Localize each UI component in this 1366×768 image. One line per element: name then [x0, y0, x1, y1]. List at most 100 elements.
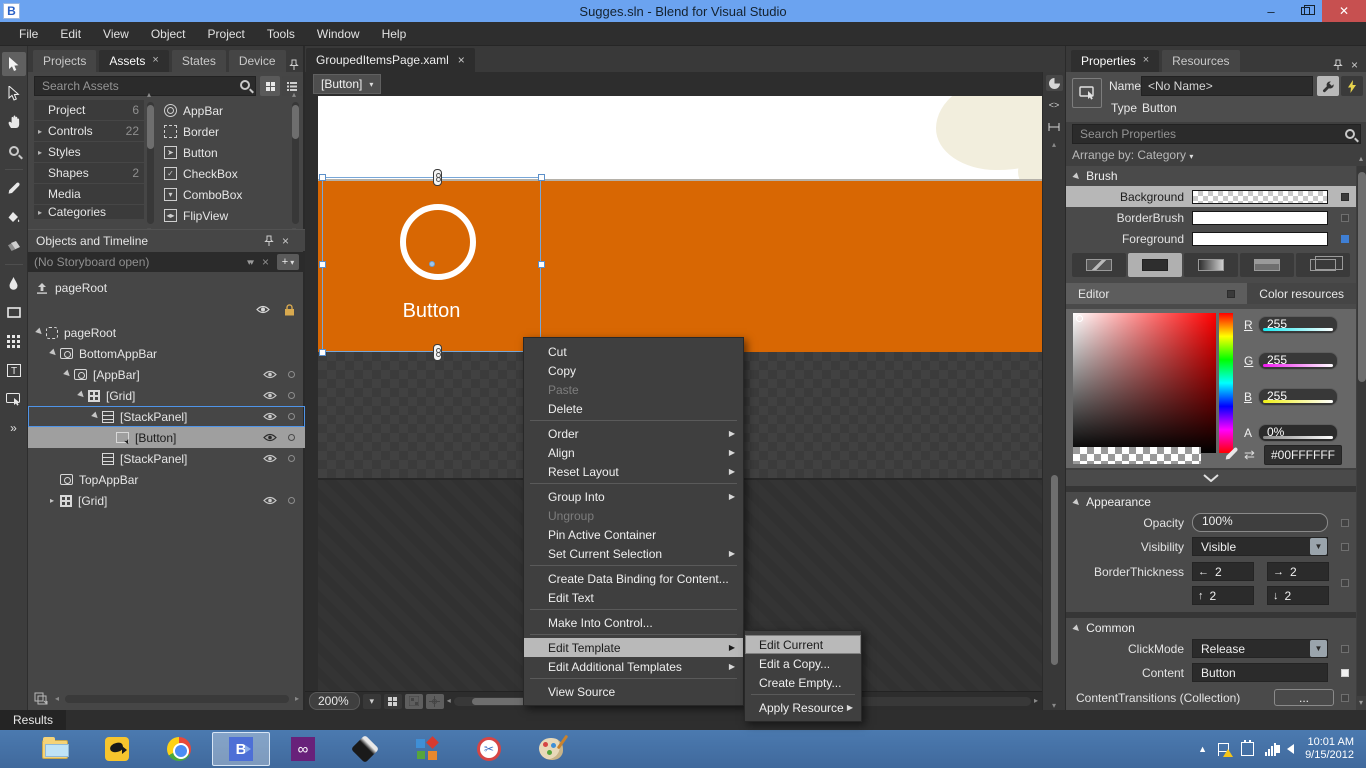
taskbar-visual-studio-icon[interactable]: ∞	[274, 732, 332, 766]
grid-view-button[interactable]	[260, 76, 280, 96]
selection-handle-w[interactable]	[319, 261, 326, 268]
close-icon[interactable]: ×	[458, 53, 465, 72]
color-picker-dot[interactable]	[1076, 315, 1083, 322]
menu-item-cut[interactable]: Cut	[524, 342, 743, 361]
borderbrush-swatch[interactable]	[1192, 210, 1328, 225]
submenu-item-edit-a-copy[interactable]: Edit a Copy...	[745, 654, 861, 673]
snap-grid-button[interactable]	[404, 693, 423, 709]
search-assets-input[interactable]	[34, 76, 256, 96]
menu-item-create-data-binding[interactable]: Create Data Binding for Content...	[524, 569, 743, 588]
hue-strip[interactable]	[1219, 313, 1233, 453]
tree-item-button-highlighted[interactable]: [Button]	[28, 427, 305, 448]
pen-tool-icon[interactable]	[2, 271, 26, 295]
menu-object[interactable]: Object	[140, 23, 197, 45]
pin-dot-icon[interactable]	[288, 413, 295, 420]
scroll-down-icon[interactable]: ▾	[1052, 702, 1056, 710]
properties-view-button[interactable]	[1317, 76, 1339, 96]
category-scrollbar[interactable]: ▴▾	[147, 91, 154, 235]
no-brush-button[interactable]	[1072, 253, 1126, 277]
selection-handle-sw[interactable]	[319, 349, 326, 356]
expander-icon[interactable]: ▸	[38, 148, 48, 157]
anchor-chain-bottom-icon[interactable]	[433, 344, 442, 361]
taskbar-snipping-tool-icon[interactable]: ✂	[460, 732, 518, 766]
menu-item-edit-text[interactable]: Edit Text	[524, 588, 743, 607]
eye-icon[interactable]	[256, 305, 270, 314]
scroll-up-icon[interactable]: ▴	[1359, 154, 1363, 163]
scroll-down-icon[interactable]: ▾	[1359, 698, 1363, 707]
events-view-button[interactable]	[1341, 76, 1363, 96]
menu-file[interactable]: File	[8, 23, 49, 45]
eye-icon[interactable]	[263, 412, 277, 421]
solid-brush-button[interactable]	[1128, 253, 1182, 277]
menu-help[interactable]: Help	[371, 23, 418, 45]
menu-item-edit-template[interactable]: Edit Template ▶	[524, 638, 743, 657]
pin-icon[interactable]	[288, 59, 299, 71]
brush-section-header[interactable]: ▶ Brush	[1066, 166, 1356, 186]
taskbar-inkscape-icon[interactable]	[336, 732, 394, 766]
taskbar-paint-icon[interactable]	[522, 732, 580, 766]
green-field[interactable]: 255	[1258, 352, 1338, 370]
results-tab[interactable]: Results	[0, 710, 67, 730]
asset-scrollbar[interactable]: ▴▾	[292, 91, 299, 235]
saturation-brightness-picker[interactable]	[1073, 313, 1216, 453]
scope-breadcrumb[interactable]: pageRoot	[28, 277, 305, 299]
pin-dot-icon[interactable]	[288, 497, 295, 504]
rectangle-tool-icon[interactable]	[2, 300, 26, 324]
text-tool-icon[interactable]: T	[2, 358, 26, 382]
thickness-left-field[interactable]: ← 2	[1192, 562, 1254, 581]
lock-icon[interactable]	[284, 303, 295, 316]
close-icon[interactable]: ×	[282, 234, 289, 248]
submenu-item-edit-current[interactable]: Edit Current	[745, 635, 861, 654]
asset-combobox[interactable]: ▾ ComboBox	[160, 184, 286, 205]
advanced-options-marker[interactable]	[1341, 192, 1349, 201]
opacity-field[interactable]: 100%	[1192, 513, 1328, 532]
foreground-swatch[interactable]	[1192, 231, 1328, 246]
eye-icon[interactable]	[263, 433, 277, 442]
section-expander-chevron[interactable]	[1066, 470, 1356, 486]
advanced-options-marker[interactable]	[1341, 518, 1349, 527]
selection-handle-e[interactable]	[538, 261, 545, 268]
taskbar-file-explorer-icon[interactable]	[26, 732, 84, 766]
code-view-button[interactable]: <>	[1046, 97, 1063, 113]
thickness-right-field[interactable]: → 2	[1267, 562, 1329, 581]
zoom-dropdown-icon[interactable]: ▾	[362, 693, 381, 709]
submenu-item-apply-resource[interactable]: Apply Resource ▶	[745, 698, 861, 717]
advanced-options-marker[interactable]	[1341, 542, 1349, 551]
asset-button[interactable]: ➤ Button	[160, 142, 286, 163]
close-storyboard-icon[interactable]: ×	[262, 255, 269, 269]
network-signal-icon[interactable]	[1265, 742, 1277, 756]
selection-handle-ne[interactable]	[538, 174, 545, 181]
menu-item-make-into-control[interactable]: Make Into Control...	[524, 613, 743, 632]
tab-resources[interactable]: Resources	[1162, 50, 1240, 72]
category-project[interactable]: Project 6	[34, 100, 144, 120]
menu-item-delete[interactable]: Delete	[524, 399, 743, 418]
brush-row-borderbrush[interactable]: BorderBrush	[1066, 207, 1356, 228]
pan-tool-icon[interactable]	[2, 110, 26, 134]
background-swatch[interactable]	[1192, 189, 1328, 204]
taskbar-chrome-icon[interactable]	[150, 732, 208, 766]
category-controls[interactable]: ▸ Controls 22	[34, 121, 144, 141]
brush-row-background[interactable]: Background	[1066, 186, 1356, 207]
eye-icon[interactable]	[263, 454, 277, 463]
tree-item-topappbar[interactable]: TopAppBar	[28, 469, 305, 490]
timeline-toggle-icon[interactable]	[34, 692, 49, 706]
tab-states[interactable]: States	[171, 50, 226, 72]
taskbar-metro-app-icon[interactable]	[398, 732, 456, 766]
thickness-top-field[interactable]: ↑ 2	[1192, 586, 1254, 605]
search-properties-input[interactable]	[1072, 124, 1361, 144]
menu-view[interactable]: View	[92, 23, 140, 45]
name-input[interactable]	[1141, 76, 1313, 96]
brush-row-foreground[interactable]: Foreground	[1066, 228, 1356, 249]
switch-views-button[interactable]	[1045, 75, 1063, 91]
menu-item-reset-layout[interactable]: Reset Layout ▶	[524, 462, 743, 481]
direct-selection-tool-icon[interactable]	[2, 81, 26, 105]
category-styles[interactable]: ▸ Styles	[34, 142, 144, 162]
menu-item-pin-active-container[interactable]: Pin Active Container	[524, 525, 743, 544]
tray-expand-icon[interactable]: ▲	[1198, 744, 1207, 754]
menu-item-group-into[interactable]: Group Into ▶	[524, 487, 743, 506]
swap-color-icon[interactable]: ⇄	[1244, 447, 1255, 463]
properties-scrollbar[interactable]	[1357, 166, 1366, 696]
tile-brush-button[interactable]	[1240, 253, 1294, 277]
selection-handle-nw[interactable]	[319, 174, 326, 181]
taskbar-songbird-icon[interactable]	[88, 732, 146, 766]
